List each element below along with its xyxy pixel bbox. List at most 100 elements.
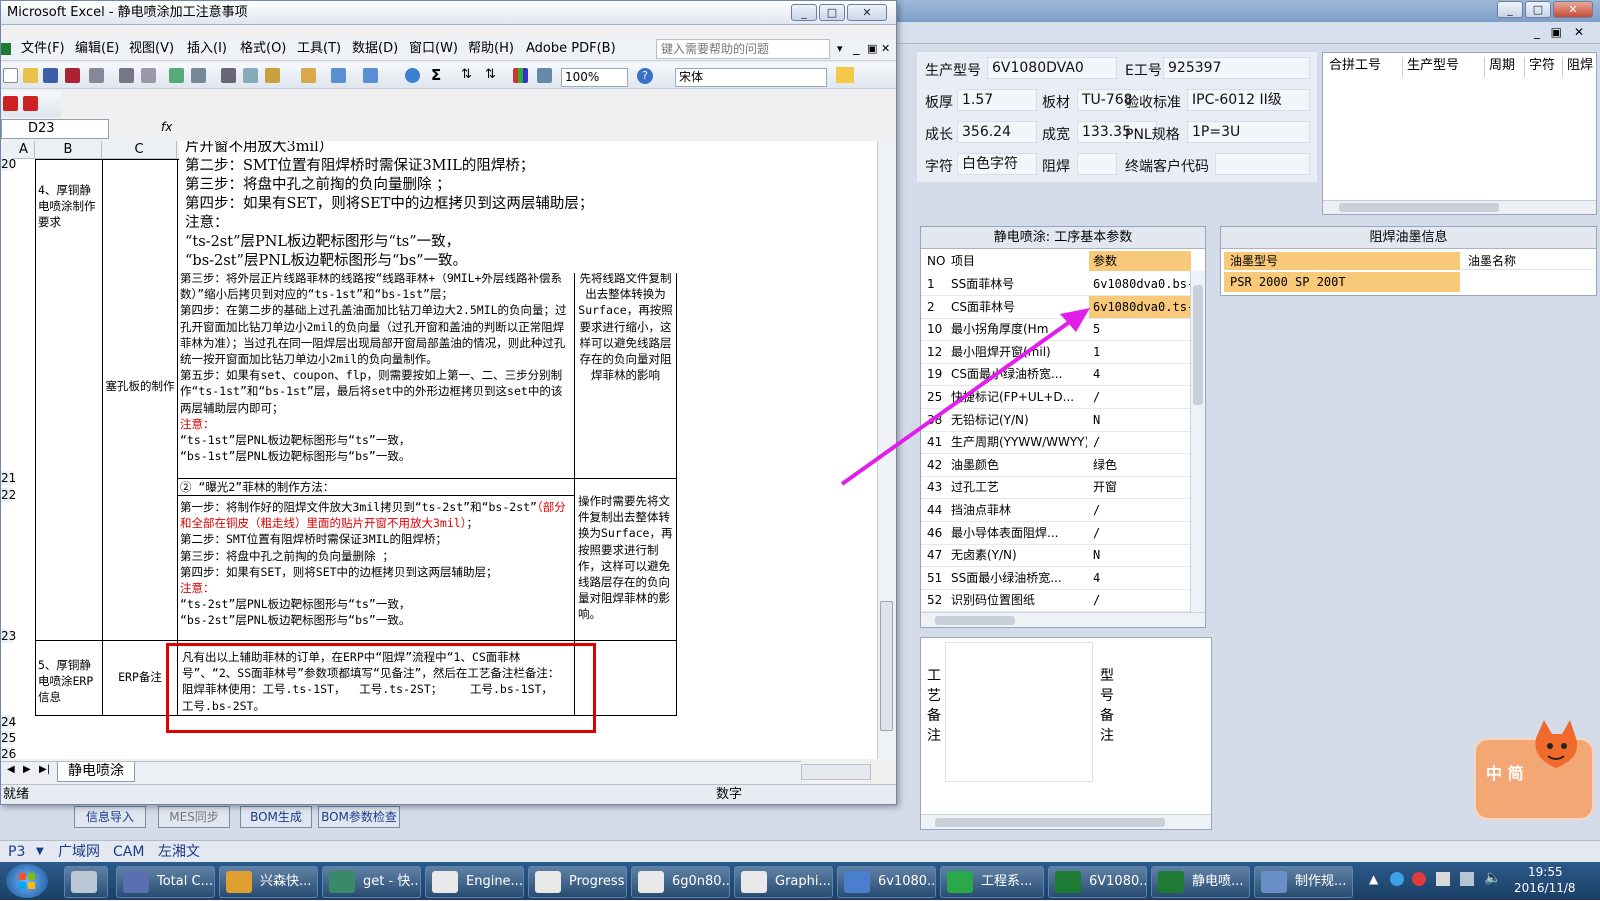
info-value[interactable]: 白色字符 [957, 153, 1037, 175]
ink-row-name[interactable] [1462, 272, 1594, 292]
params-row[interactable]: 1 SS面菲林号 6v1080dva0.bs- [921, 273, 1191, 296]
cut-icon[interactable] [221, 68, 236, 83]
process-note-textarea[interactable] [945, 642, 1093, 782]
taskbar-rules-doc[interactable]: 制作规... [1254, 866, 1353, 898]
cell-b24[interactable]: 5、厚铜静电喷涂ERP信息 [35, 640, 103, 716]
row-header[interactable]: 23 [1, 629, 16, 643]
tray-security-icon[interactable] [1412, 872, 1426, 886]
copy-icon[interactable] [243, 68, 258, 83]
sheet-grid[interactable]: A B C 20 21 22 23 24 25 26 4、厚铜静电喷涂制作要求 … [1, 141, 877, 759]
merge-horizontal-scrollbar[interactable] [1323, 200, 1596, 214]
hyperlink-icon[interactable] [405, 68, 420, 83]
row-header[interactable]: 21 [1, 471, 16, 485]
menu-help[interactable]: 帮助(H) [468, 37, 514, 61]
excel-maximize-button[interactable]: □ [819, 4, 845, 21]
tray-app-icon[interactable] [1390, 872, 1404, 886]
menu-file[interactable]: 文件(F) [21, 37, 65, 61]
ink-header-name[interactable]: 油墨名称 [1462, 252, 1594, 270]
open-icon[interactable] [23, 68, 38, 83]
taskbar-xingsen[interactable]: 兴森快... [219, 866, 318, 898]
merge-column-header[interactable]: 阻焊 [1563, 57, 1597, 77]
tray-flag-icon[interactable] [1436, 872, 1450, 886]
doc-minimize-icon[interactable]: _ [853, 37, 860, 61]
pdf-mail-icon[interactable] [23, 96, 38, 111]
doc-restore-icon[interactable]: ▣ [867, 37, 877, 61]
cell-d23[interactable]: 第一步：将制作好的阻焊文件放大3mil拷贝到“ts-2st”和“bs-2st”（… [177, 495, 575, 641]
params-row[interactable]: 46 最小导体表面阻焊... / [921, 522, 1191, 545]
last-sheet-icon[interactable]: ▶| [39, 764, 50, 775]
params-header-value[interactable]: 参数 [1089, 251, 1191, 271]
row-header[interactable]: 24 [1, 715, 16, 729]
params-horizontal-scrollbar[interactable] [921, 612, 1205, 627]
mdi-close-icon[interactable]: ✕ [1574, 25, 1584, 39]
prev-sheet-icon[interactable]: ▶ [23, 764, 31, 775]
research-icon[interactable] [191, 68, 206, 83]
cell-d22[interactable]: ② “曝光2”菲林的制作方法： [177, 478, 575, 496]
scroll-thumb[interactable] [935, 616, 1015, 625]
menu-adobe-pdf[interactable]: Adobe PDF(B) [526, 37, 616, 61]
menu-window[interactable]: 窗口(W) [409, 37, 458, 61]
fill-color-icon[interactable] [836, 67, 854, 83]
menu-insert[interactable]: 插入(I) [187, 37, 227, 61]
print-icon[interactable] [89, 68, 104, 83]
taskbar-6g0n80[interactable]: 6g0n80... [631, 866, 730, 898]
merge-column-header[interactable]: 字符 [1525, 57, 1563, 77]
taskbar-engineering-system[interactable]: 工程系... [940, 866, 1044, 898]
chevron-down-icon[interactable]: ▼ [36, 843, 44, 861]
cell-e23[interactable]: 操作时需要先将文件复制出去整体转换为Surface，再按照要求进行制作，这样可以… [574, 478, 677, 641]
start-button[interactable] [6, 864, 48, 898]
info-value[interactable]: 6V1080DVA0 [987, 57, 1117, 79]
info-value[interactable]: 925397 [1163, 57, 1310, 79]
help-search-input[interactable]: 键入需要帮助的问题 [656, 39, 830, 59]
taskbar-get-kuaiche[interactable]: get - 快... [322, 866, 421, 898]
first-sheet-icon[interactable]: ◀ [7, 764, 15, 775]
taskbar-static-spray-excel[interactable]: 静电喷... [1151, 866, 1250, 898]
taskbar-engine[interactable]: Engine... [425, 866, 524, 898]
params-row[interactable]: 44 挡油点菲林 / [921, 499, 1191, 522]
spelling-icon[interactable] [169, 68, 184, 83]
menu-view[interactable]: 视图(V) [129, 37, 174, 61]
params-row[interactable]: 52 识别码位置图纸 / [921, 589, 1191, 613]
menu-format[interactable]: 格式(O) [240, 37, 286, 61]
permission-icon[interactable] [65, 68, 80, 83]
doc-close-icon[interactable]: ✕ [881, 37, 890, 61]
excel-doc-icon[interactable] [1, 43, 11, 55]
params-header-no[interactable]: NO [927, 251, 945, 271]
redo-icon[interactable] [363, 68, 378, 83]
merge-column-header[interactable]: 生产型号 [1403, 57, 1485, 77]
info-value[interactable]: IPC-6012 II级 [1187, 89, 1310, 111]
taskbar-graphic[interactable]: Graphi... [734, 866, 833, 898]
save-icon[interactable] [43, 68, 58, 83]
name-box[interactable]: D23 [1, 119, 109, 139]
taskbar-6v1080-excel[interactable]: 6V1080... [1048, 866, 1147, 898]
maximize-button[interactable]: □ [1525, 1, 1551, 18]
font-select[interactable]: 宋体 [675, 68, 827, 87]
row-header[interactable]: 22 [1, 488, 16, 502]
menu-edit[interactable]: 编辑(E) [75, 37, 119, 61]
ime-mascot-icon[interactable]: 中 简 [1474, 720, 1594, 820]
excel-horizontal-scrollbar[interactable] [801, 764, 871, 780]
cell-b20[interactable]: 4、厚铜静电喷涂制作要求 [35, 159, 103, 641]
info-value[interactable]: 1P=3U [1187, 121, 1310, 143]
info-value[interactable] [1215, 153, 1310, 175]
station-select[interactable]: P3 [8, 843, 25, 861]
excel-close-button[interactable]: ✕ [847, 4, 887, 21]
scroll-thumb[interactable] [935, 818, 1165, 827]
pdf-convert-icon[interactable] [3, 96, 18, 111]
mdi-restore-icon[interactable]: ▣ [1551, 25, 1562, 39]
close-button[interactable]: ✕ [1553, 1, 1593, 18]
excel-minimize-button[interactable]: _ [791, 4, 817, 21]
merge-column-header[interactable]: 周期 [1485, 57, 1525, 77]
clock-date[interactable]: 2016/11/8 [1514, 881, 1576, 895]
row-header[interactable]: 25 [1, 731, 16, 745]
cell-c24[interactable]: ERP备注 [102, 640, 178, 716]
mdi-minimize-icon[interactable]: _ [1534, 25, 1540, 39]
taskbar-total-commander[interactable]: Total C... [116, 866, 215, 898]
drawing-icon[interactable] [537, 68, 552, 83]
params-row[interactable]: 51 SS面最小绿油桥宽... 4 [921, 567, 1191, 590]
bom-generate-button[interactable]: BOM生成 [240, 806, 312, 828]
fx-icon[interactable]: fx [161, 120, 172, 134]
row-header[interactable]: 26 [1, 747, 16, 759]
cell-c21[interactable]: 塞孔板的制作 [102, 159, 178, 641]
cell-d24[interactable]: 凡有出以上辅助菲林的订单，在ERP中“阻焊”流程中“1、CS面菲林号”、“2、S… [177, 640, 575, 716]
